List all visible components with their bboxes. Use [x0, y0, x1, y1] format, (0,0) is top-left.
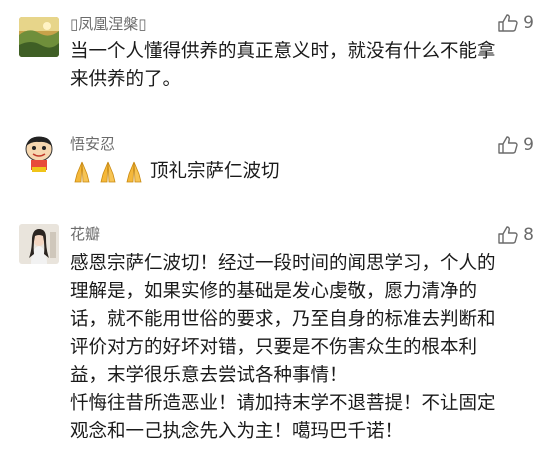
comment-line: 理解是，如果实修的基础是发心虔敬，愿力清净的 [70, 281, 478, 302]
comment-line: 益，末学很乐意去尝试各种事情！ [70, 365, 348, 386]
thumbs-up-icon [497, 13, 519, 33]
comment-item: ▯凤凰涅槃▯ 9 当一个人懂得供养的真正意义时，就没有什么不能拿 来供养的了。 [0, 0, 548, 120]
comment-line: 来供养的了。 [70, 69, 182, 90]
comment-text: 顶礼宗萨仁波切 [70, 158, 538, 186]
like-button[interactable]: 8 [497, 224, 534, 246]
comment-line: 话，就不能用世俗的要求，乃至自身的标准去判断和 [70, 309, 496, 330]
thumbs-up-icon [497, 135, 519, 155]
comment-line: 顶礼宗萨仁波切 [150, 161, 280, 182]
folded-hands-icon [96, 160, 120, 184]
comment-item: 花瓣 8 感恩宗萨仁波切！经过一段时间的闻思学习，个人的 理解是，如果实修的基础… [0, 210, 548, 467]
thumbs-up-icon [497, 225, 519, 245]
comment-line: 感恩宗萨仁波切！经过一段时间的闻思学习，个人的 [70, 253, 496, 274]
like-button[interactable]: 9 [497, 12, 534, 34]
commenter-name[interactable]: ▯凤凰涅槃▯ [70, 14, 147, 34]
avatar[interactable] [19, 17, 59, 57]
comment-text: 当一个人懂得供养的真正意义时，就没有什么不能拿 来供养的了。 [70, 38, 538, 94]
comment-line: 评价对方的好坏对错，只要是不伤害众生的根本利 [70, 337, 478, 358]
like-button[interactable]: 9 [497, 134, 534, 156]
folded-hands-icon [122, 160, 146, 184]
commenter-name[interactable]: 花瓣 [70, 224, 100, 244]
avatar[interactable] [19, 132, 59, 172]
comment-line: 忏悔往昔所造恶业！请加持末学不退菩提！不让固定 [70, 393, 496, 414]
avatar[interactable] [19, 224, 59, 264]
like-count: 9 [523, 135, 534, 155]
commenter-name[interactable]: 悟安忍 [70, 134, 115, 154]
comment-item: 悟安忍 9 顶礼宗萨仁波切 [0, 120, 548, 210]
like-count: 8 [523, 225, 534, 245]
comment-line: 当一个人懂得供养的真正意义时，就没有什么不能拿 [70, 41, 496, 62]
folded-hands-icon [70, 160, 94, 184]
comment-text: 感恩宗萨仁波切！经过一段时间的闻思学习，个人的 理解是，如果实修的基础是发心虔敬… [70, 250, 538, 446]
like-count: 9 [523, 13, 534, 33]
comment-line: 观念和一己执念先入为主！噶玛巴千诺！ [70, 421, 404, 442]
